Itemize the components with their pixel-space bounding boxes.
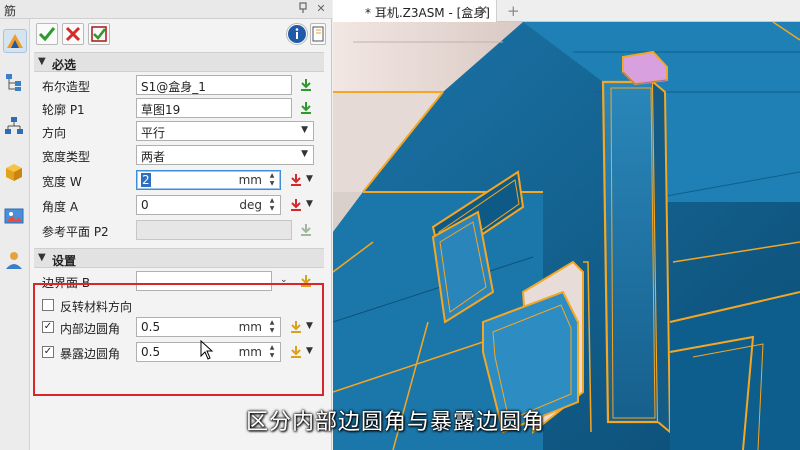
apply-button[interactable] xyxy=(88,23,110,45)
new-tab-icon[interactable]: + xyxy=(507,2,520,20)
pick-icon[interactable] xyxy=(298,77,314,93)
user-icon[interactable] xyxy=(3,249,27,273)
close-tab-icon[interactable]: ✕ xyxy=(478,3,488,17)
cancel-button[interactable] xyxy=(62,23,84,45)
spinner-icon[interactable]: ▲ ▼ xyxy=(267,172,277,188)
pin-icon[interactable] xyxy=(296,2,310,16)
highlight-annotation-box xyxy=(33,283,324,396)
spinner-icon[interactable]: ▲ ▼ xyxy=(267,197,277,213)
panel-title: 筋 xyxy=(4,4,17,18)
direction-row: 方向 平行 ▼ xyxy=(34,120,326,143)
variable-icon[interactable] xyxy=(288,197,304,213)
assembly-tree-icon[interactable] xyxy=(3,115,27,139)
rib-feature-panel: 筋 ✕ ▼ 必选 布尔造型 S1@盒身_1 轮廓 P1 草图19 方向 平行 ▼… xyxy=(0,0,332,450)
side-toolbar xyxy=(0,19,30,450)
width-type-row: 宽度类型 两者 ▼ xyxy=(34,144,326,167)
chevron-down-icon: ▼ xyxy=(301,125,308,135)
width-input[interactable]: 2 mm ▲ ▼ xyxy=(136,170,281,190)
help-icon[interactable] xyxy=(310,23,326,45)
required-section-header[interactable]: ▼ 必选 xyxy=(34,52,324,72)
chevron-down-icon[interactable]: ▼ xyxy=(306,199,313,209)
profile-row: 轮廓 P1 草图19 xyxy=(34,97,326,120)
ref-plane-row: 参考平面 P2 xyxy=(34,219,326,242)
width-type-select[interactable]: 两者 ▼ xyxy=(136,145,314,165)
document-tab-bar: * 耳机.Z3ASM - [盒身] ✕ + xyxy=(333,0,800,22)
variable-icon[interactable] xyxy=(288,172,304,188)
3d-viewport[interactable]: * 耳机.Z3ASM - [盒身] ✕ + xyxy=(333,0,800,450)
action-bar xyxy=(32,20,328,48)
video-subtitle: 区分内部边圆角与暴露边圆角 xyxy=(246,410,546,435)
pick-icon xyxy=(298,222,314,238)
confirm-button[interactable] xyxy=(36,23,58,45)
model-scene[interactable] xyxy=(333,22,800,450)
angle-input[interactable]: 0 deg ▲ ▼ xyxy=(136,195,281,215)
view-image-icon[interactable] xyxy=(3,205,27,229)
close-icon[interactable]: ✕ xyxy=(314,2,328,16)
direction-select[interactable]: 平行 ▼ xyxy=(136,121,314,141)
collapse-icon: ▼ xyxy=(38,252,46,263)
angle-row: 角度 A 0 deg ▲ ▼ ▼ xyxy=(42,195,313,215)
part-box-icon[interactable] xyxy=(3,161,27,185)
history-tree-icon[interactable] xyxy=(3,71,27,95)
profile-field[interactable]: 草图19 xyxy=(136,98,292,118)
document-tab[interactable]: * 耳机.Z3ASM - [盒身] ✕ xyxy=(333,0,497,22)
chevron-down-icon: ▼ xyxy=(301,149,308,159)
chevron-down-icon[interactable]: ▼ xyxy=(306,174,313,184)
info-icon[interactable] xyxy=(286,23,308,45)
boolean-base-row: 布尔造型 S1@盒身_1 xyxy=(34,74,326,97)
boolean-base-field[interactable]: S1@盒身_1 xyxy=(136,75,292,95)
panel-titlebar: 筋 ✕ xyxy=(0,0,332,19)
settings-section-header[interactable]: ▼ 设置 xyxy=(34,248,324,268)
width-row: 宽度 W 2 mm ▲ ▼ ▼ xyxy=(42,170,313,190)
mouse-pointer-icon xyxy=(200,340,214,360)
pick-icon[interactable] xyxy=(298,100,314,116)
feature-tool-icon[interactable] xyxy=(3,29,27,53)
collapse-icon: ▼ xyxy=(38,56,46,67)
ref-plane-field xyxy=(136,220,292,240)
